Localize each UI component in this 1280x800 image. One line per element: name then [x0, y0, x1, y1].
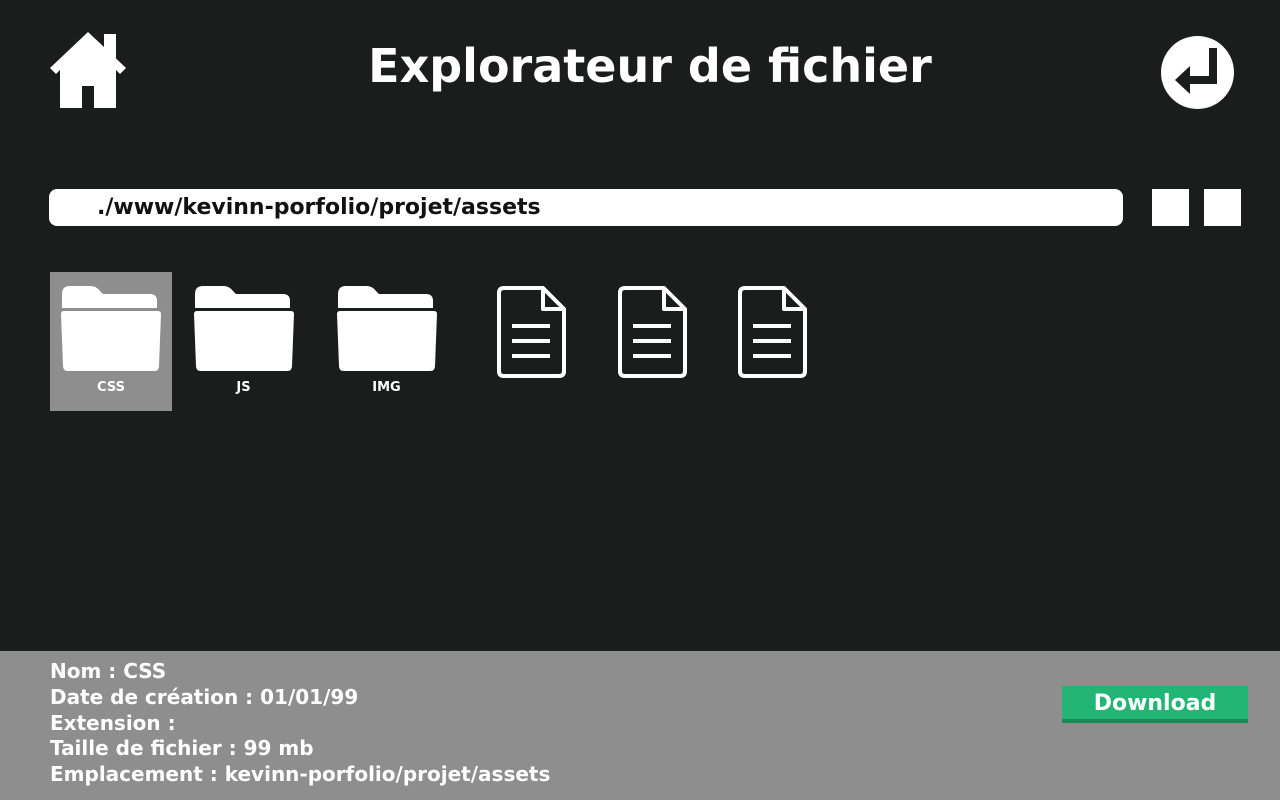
- return-arrow-icon: [1161, 36, 1234, 109]
- home-icon: [48, 30, 128, 110]
- folder-item-js[interactable]: JS: [187, 272, 300, 411]
- back-button[interactable]: [1161, 36, 1234, 109]
- file-explorer: Explorateur de fichier ./www/kevinn-porf…: [0, 0, 1280, 800]
- download-button[interactable]: Download: [1062, 686, 1248, 723]
- page-title: Explorateur de fichier: [368, 39, 932, 93]
- view-toggle-button-2[interactable]: [1204, 189, 1241, 226]
- folder-item-img[interactable]: IMG: [330, 272, 443, 411]
- folder-icon: [59, 284, 163, 376]
- item-label: IMG: [372, 380, 401, 395]
- item-label: CSS: [97, 380, 125, 395]
- file-item[interactable]: [731, 272, 815, 411]
- path-input[interactable]: ./www/kevinn-porfolio/projet/assets: [49, 189, 1123, 226]
- file-grid: CSS JS IMG: [0, 272, 1280, 412]
- detail-created: Date de création : 01/01/99: [50, 684, 359, 709]
- view-toggle-button-1[interactable]: [1152, 189, 1189, 226]
- item-label: JS: [236, 380, 251, 395]
- folder-icon: [192, 284, 296, 376]
- folder-item-css[interactable]: CSS: [50, 272, 172, 411]
- folder-icon: [335, 284, 439, 376]
- detail-size: Taille de fichier : 99 mb: [50, 736, 314, 761]
- detail-extension: Extension :: [50, 710, 176, 735]
- home-button[interactable]: [48, 30, 128, 110]
- file-details: Nom : CSS Date de création : 01/01/99 Ex…: [50, 659, 550, 788]
- file-item[interactable]: [611, 272, 695, 411]
- details-panel: Nom : CSS Date de création : 01/01/99 Ex…: [0, 651, 1280, 800]
- detail-location: Emplacement : kevinn-porfolio/projet/ass…: [50, 762, 551, 787]
- document-icon: [618, 286, 688, 382]
- document-icon: [738, 286, 808, 382]
- detail-name: Nom : CSS: [50, 659, 167, 683]
- document-icon: [497, 286, 567, 382]
- file-item[interactable]: [490, 272, 574, 411]
